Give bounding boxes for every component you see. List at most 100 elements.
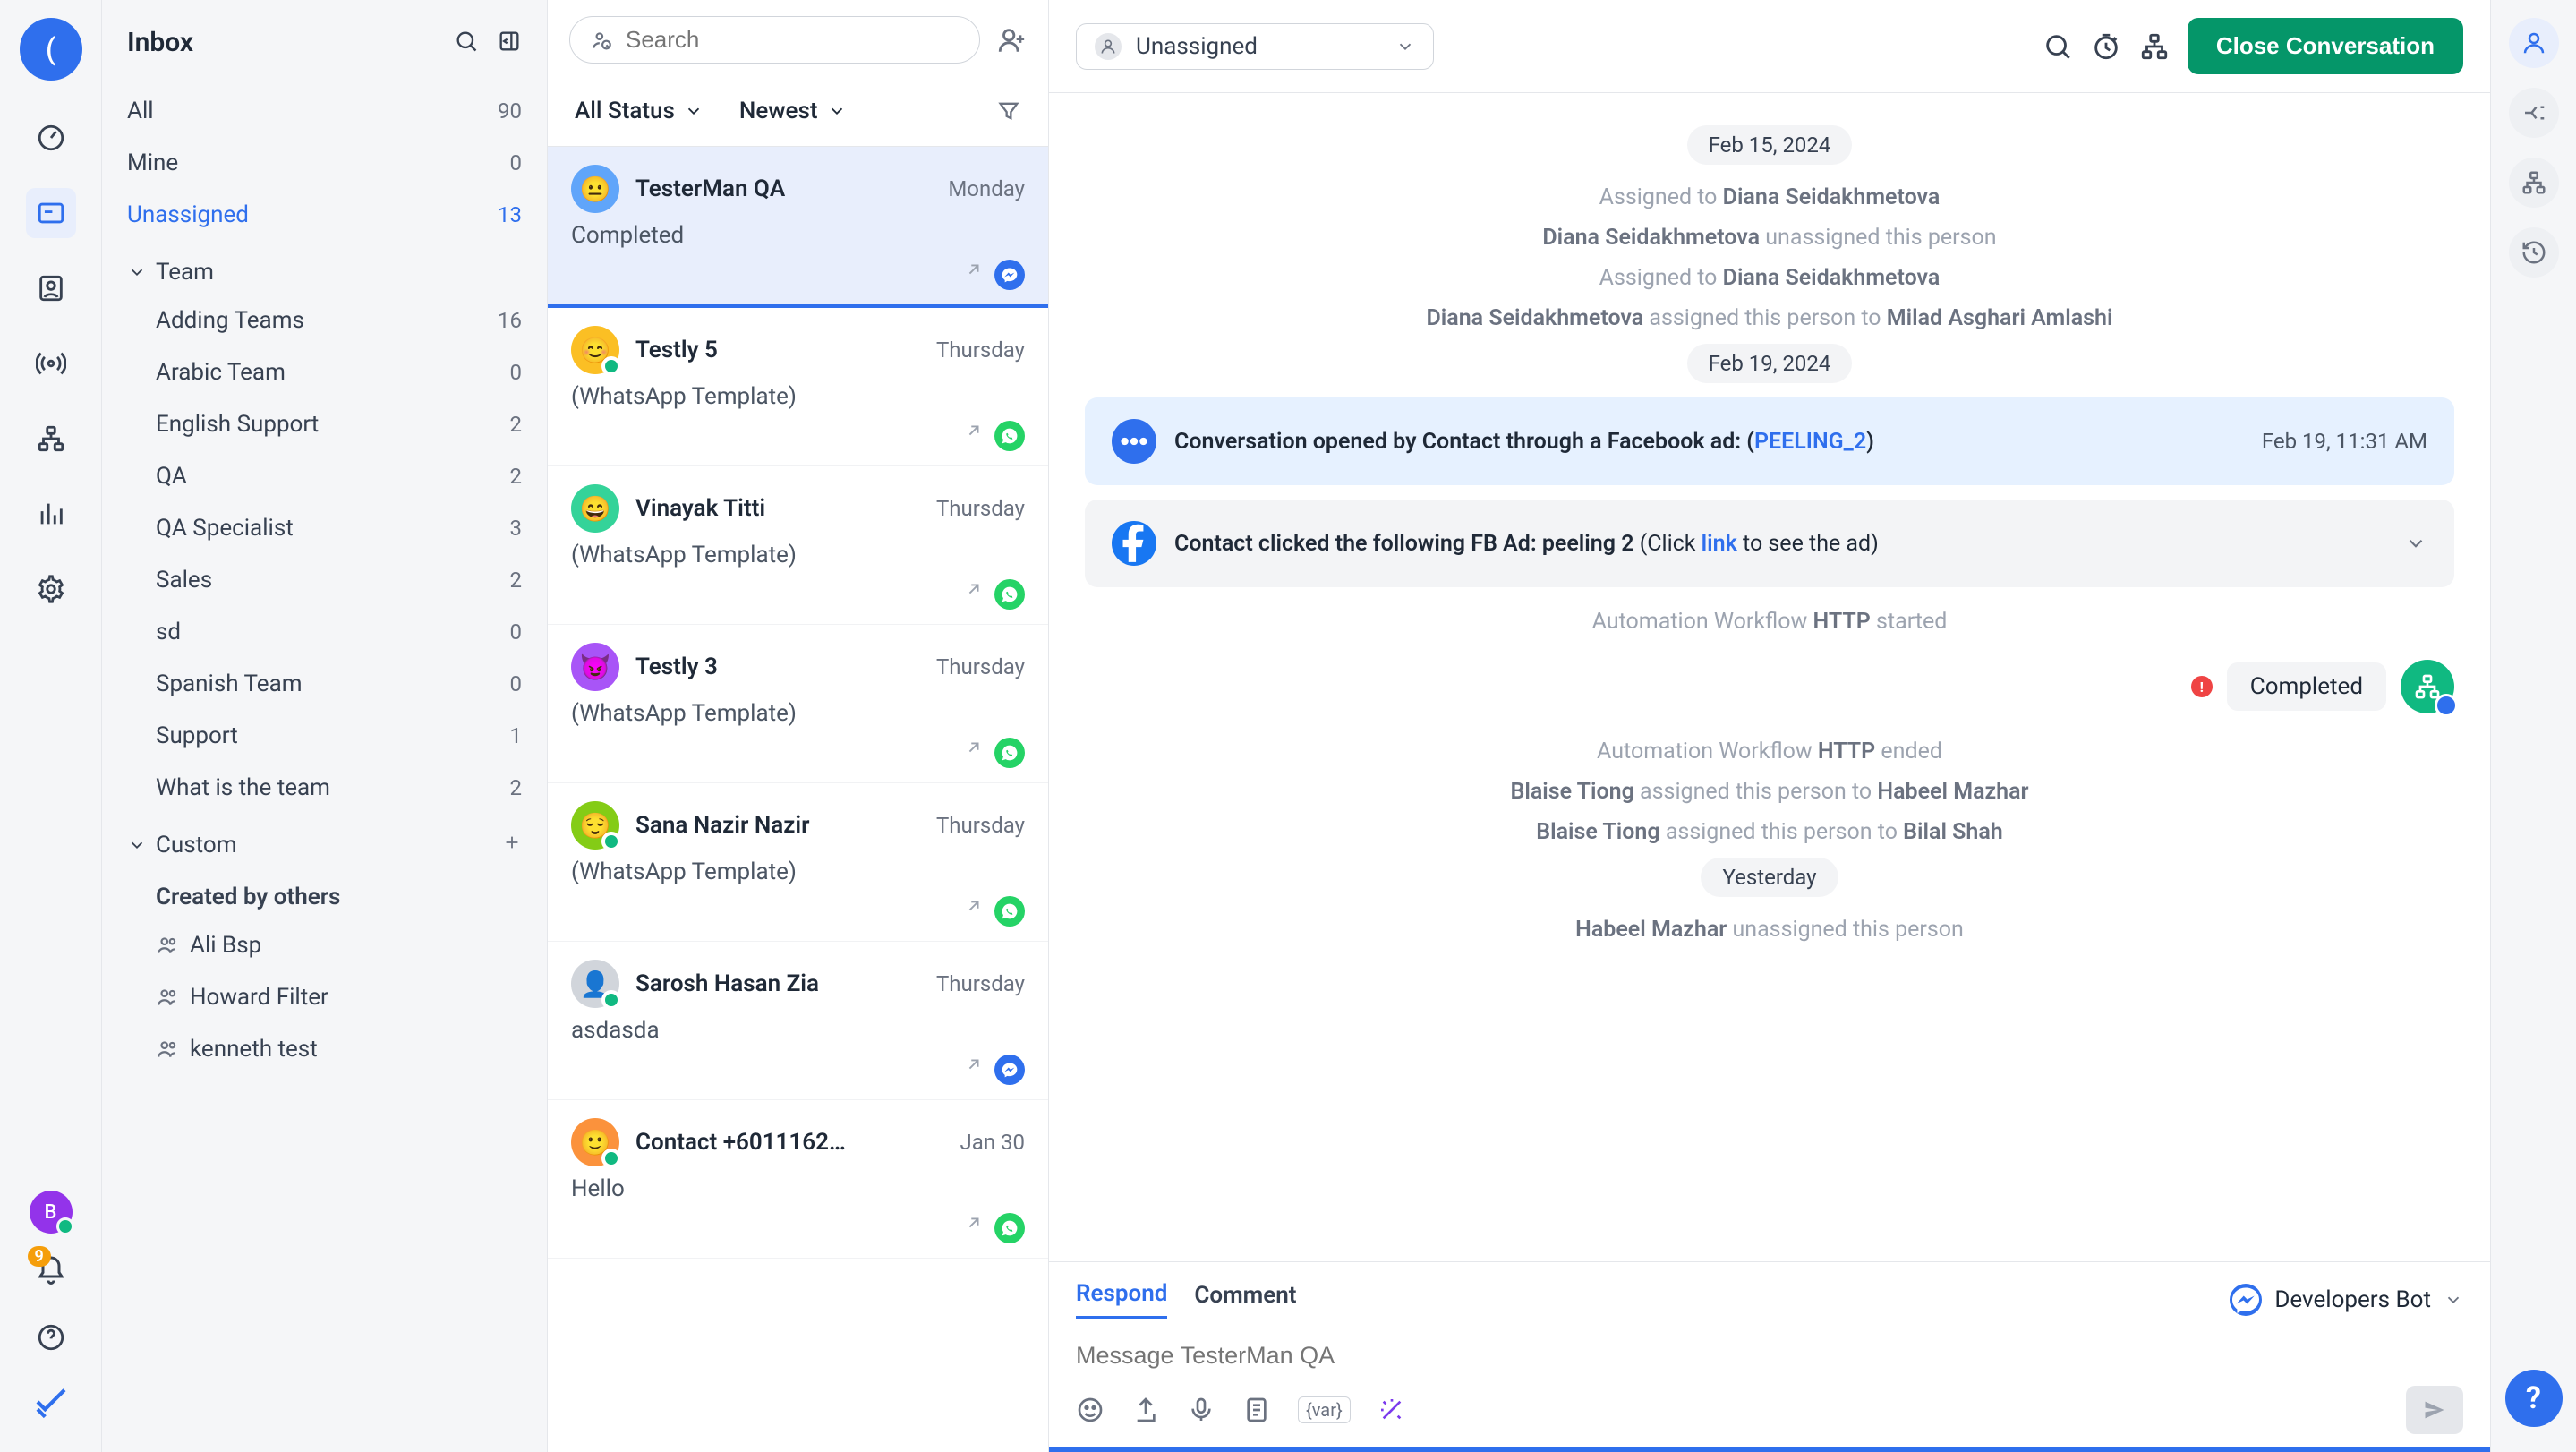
conversation-item[interactable]: 😌 Sana Nazir Nazir Thursday (WhatsApp Te… xyxy=(548,783,1048,942)
contact-name: TesterMan QA xyxy=(635,175,932,202)
channel-selector[interactable]: Developers Bot xyxy=(2230,1284,2463,1316)
snooze-icon[interactable] xyxy=(2091,31,2121,62)
message-input[interactable] xyxy=(1076,1319,2463,1386)
attachment-icon[interactable] xyxy=(1131,1396,1160,1424)
sidebar-item-label: What is the team xyxy=(156,774,330,801)
whatsapp-icon xyxy=(994,1213,1025,1243)
event-fb-ad-click[interactable]: Contact clicked the following FB Ad: pee… xyxy=(1085,500,2454,587)
search-input[interactable] xyxy=(626,26,960,54)
ai-magic-icon[interactable] xyxy=(1378,1396,1406,1424)
contact-avatar: 😊 xyxy=(571,326,619,374)
nav-settings-icon[interactable] xyxy=(26,564,76,614)
messenger-icon xyxy=(2230,1284,2262,1316)
sidebar-item-count: 0 xyxy=(510,671,523,696)
sidebar-item-label: Howard Filter xyxy=(190,984,328,1011)
close-conversation-button[interactable]: Close Conversation xyxy=(2188,18,2463,74)
add-contact-icon[interactable] xyxy=(996,25,1027,56)
add-custom-icon[interactable] xyxy=(502,832,522,858)
sidebar-item-label: English Support xyxy=(156,411,319,438)
sidebar-team-item[interactable]: What is the team2 xyxy=(102,762,547,814)
sidebar-team-item[interactable]: Arabic Team0 xyxy=(102,346,547,398)
emoji-icon[interactable] xyxy=(1076,1396,1105,1424)
brand-logo-icon[interactable] xyxy=(33,1384,69,1423)
conversation-item[interactable]: 😄 Vinayak Titti Thursday (WhatsApp Templ… xyxy=(548,466,1048,625)
conversation-item[interactable]: 🙂 Contact +6011162… Jan 30 Hello xyxy=(548,1100,1048,1259)
conversation-item[interactable]: 👤 Sarosh Hasan Zia Thursday asdasda xyxy=(548,942,1048,1100)
workspace-avatar[interactable]: ( xyxy=(20,18,82,81)
sidebar-others-item[interactable]: Howard Filter xyxy=(102,971,547,1023)
user-avatar[interactable]: B xyxy=(30,1191,73,1234)
workflow-panel-icon[interactable] xyxy=(2509,158,2559,208)
sidebar-item-label: Unassigned xyxy=(127,201,249,228)
assignee-dropdown[interactable]: Unassigned xyxy=(1076,23,1434,70)
conversation-time: Jan 30 xyxy=(960,1130,1025,1155)
conversation-item[interactable]: 😈 Testly 3 Thursday (WhatsApp Template) xyxy=(548,625,1048,783)
whatsapp-icon xyxy=(994,579,1025,610)
nav-broadcast-icon[interactable] xyxy=(26,338,76,389)
sidebar-item-label: Ali Bsp xyxy=(190,932,261,959)
sidebar-group-custom[interactable]: Custom xyxy=(102,814,547,867)
fb-ad-link[interactable]: link xyxy=(1702,531,1737,557)
comment-tab[interactable]: Comment xyxy=(1194,1282,1296,1318)
sidebar-group-team[interactable]: Team xyxy=(102,241,547,295)
nav-contacts-icon[interactable] xyxy=(26,263,76,313)
contact-avatar: 😐 xyxy=(571,165,619,213)
variable-icon[interactable]: {var} xyxy=(1298,1396,1351,1423)
history-icon[interactable] xyxy=(2509,227,2559,278)
search-input-wrap[interactable] xyxy=(569,16,980,64)
sidebar-team-item[interactable]: Support1 xyxy=(102,710,547,762)
nav-inbox-icon[interactable] xyxy=(26,188,76,238)
outgoing-arrow-icon xyxy=(964,896,984,916)
help-icon[interactable] xyxy=(26,1312,76,1362)
facebook-icon xyxy=(1112,521,1156,566)
activity-log: Blaise Tiong assigned this person to Hab… xyxy=(1085,772,2454,812)
conversation-time: Thursday xyxy=(936,971,1025,996)
event-text: Contact clicked the following FB Ad: pee… xyxy=(1174,531,2386,557)
sidebar-team-item[interactable]: QA Specialist3 xyxy=(102,502,547,554)
sidebar-others-item[interactable]: Ali Bsp xyxy=(102,919,547,971)
conversation-item[interactable]: 😊 Testly 5 Thursday (WhatsApp Template) xyxy=(548,308,1048,466)
sidebar-item-all[interactable]: All 90 xyxy=(102,85,547,137)
sidebar-item-unassigned[interactable]: Unassigned 13 xyxy=(102,189,547,241)
sidebar-item-mine[interactable]: Mine 0 xyxy=(102,137,547,189)
sidebar-team-item[interactable]: Spanish Team0 xyxy=(102,658,547,710)
sidebar-search-icon[interactable] xyxy=(454,29,479,57)
sort-filter[interactable]: Newest xyxy=(739,98,847,124)
sidebar-team-item[interactable]: Adding Teams16 xyxy=(102,295,547,346)
nav-dashboard-icon[interactable] xyxy=(26,113,76,163)
error-icon[interactable]: ! xyxy=(2191,676,2213,697)
people-icon xyxy=(156,986,179,1009)
activity-log: Automation Workflow HTTP started xyxy=(1085,602,2454,642)
sidebar-collapse-icon[interactable] xyxy=(497,29,522,57)
notifications-icon[interactable]: 9 xyxy=(35,1255,67,1291)
sidebar-team-item[interactable]: English Support2 xyxy=(102,398,547,450)
respond-tab[interactable]: Respond xyxy=(1076,1280,1167,1319)
sidebar-team-item[interactable]: QA2 xyxy=(102,450,547,502)
ad-link[interactable]: PEELING_2 xyxy=(1754,429,1866,455)
left-rail: ( B 9 xyxy=(0,0,102,1452)
header-search-icon[interactable] xyxy=(2043,31,2073,62)
conversation-item[interactable]: 😐 TesterMan QA Monday Completed xyxy=(548,147,1048,308)
merge-icon[interactable] xyxy=(2509,88,2559,138)
help-fab[interactable]: ? xyxy=(2505,1370,2563,1427)
message-composer: Respond Comment Developers Bot {var} xyxy=(1049,1261,2490,1452)
inbox-sidebar: Inbox All 90 Mine 0 Unassigned 13 Team xyxy=(102,0,548,1452)
conversation-time: Thursday xyxy=(936,496,1025,521)
status-filter[interactable]: All Status xyxy=(575,98,704,124)
workflow-icon[interactable] xyxy=(2139,31,2170,62)
sidebar-others-item[interactable]: kenneth test xyxy=(102,1023,547,1075)
snippets-icon[interactable] xyxy=(1242,1396,1271,1424)
nav-reports-icon[interactable] xyxy=(26,489,76,539)
nav-workflow-icon[interactable] xyxy=(26,414,76,464)
sidebar-team-item[interactable]: Sales2 xyxy=(102,554,547,606)
sidebar-team-item[interactable]: sd0 xyxy=(102,606,547,658)
chevron-down-icon xyxy=(684,101,704,121)
sidebar-item-label: Adding Teams xyxy=(156,307,304,334)
send-button[interactable] xyxy=(2406,1386,2463,1434)
mic-icon[interactable] xyxy=(1187,1396,1215,1424)
filter-icon[interactable] xyxy=(996,98,1021,124)
sidebar-item-label: All xyxy=(127,98,154,124)
contact-panel-icon[interactable] xyxy=(2509,18,2559,68)
sidebar-item-label: sd xyxy=(156,619,181,645)
sidebar-item-label: Mine xyxy=(127,149,178,176)
